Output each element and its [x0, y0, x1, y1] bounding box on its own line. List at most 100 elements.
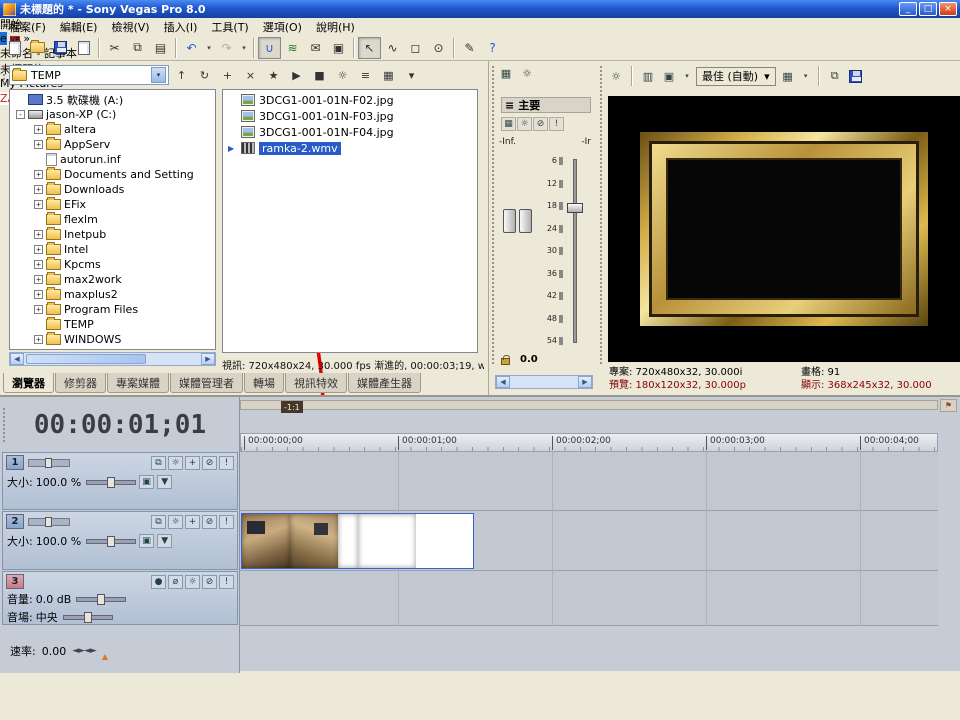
bus-solo-button[interactable]: ! [549, 117, 564, 131]
track-fx-button[interactable]: ☼ [168, 456, 183, 470]
menu-edit[interactable]: 編輯(E) [53, 18, 105, 36]
redo-button[interactable]: ↷ [215, 37, 238, 59]
tree-item[interactable]: +AppServ [10, 137, 215, 152]
scroll-left-button[interactable]: ◀ [10, 353, 24, 365]
tree-item[interactable]: +Program Files [10, 302, 215, 317]
volume-slider[interactable] [76, 597, 126, 602]
track-motion-button[interactable]: ⧉ [151, 456, 166, 470]
panel-grip[interactable] [2, 407, 7, 443]
views-dropdown[interactable]: ▾ [401, 65, 422, 85]
whats-this-help-button[interactable]: ? [481, 37, 504, 59]
address-combo[interactable]: TEMP ▾ [9, 65, 169, 85]
video-track-lane-1[interactable] [240, 452, 938, 511]
tree-item[interactable]: +maxplus2 [10, 287, 215, 302]
expand-icon[interactable]: + [34, 170, 43, 179]
enable-snapping-button[interactable]: ∪ [258, 37, 281, 59]
safe-areas-grid-button[interactable]: ▦ [779, 67, 797, 85]
track-height-button[interactable]: ▼ [157, 534, 172, 548]
tree-item[interactable]: autorun.inf [10, 152, 215, 167]
expand-icon[interactable]: + [34, 185, 43, 194]
zoom-edit-tool-button[interactable]: ⊙ [427, 37, 450, 59]
expand-icon[interactable]: + [34, 275, 43, 284]
normal-edit-tool-button[interactable]: ↖ [358, 37, 381, 59]
grid-dropdown[interactable]: ▾ [800, 67, 812, 85]
composite-level-slider[interactable] [28, 459, 70, 467]
marker-tool-button[interactable]: ⚑ [940, 399, 957, 412]
tab-trimmer[interactable]: 修剪器 [55, 373, 106, 393]
time-ruler[interactable]: 00:00:00;00 00:00:01;00 00:00:02;00 00:0… [240, 433, 938, 452]
mixer-properties-button[interactable]: ☼ [518, 64, 536, 82]
panel-grip[interactable] [491, 65, 496, 365]
bus-mute-button[interactable]: ⊘ [533, 117, 548, 131]
expand-icon[interactable]: + [34, 230, 43, 239]
tree-item[interactable]: 3.5 軟碟機 (A:) [10, 92, 215, 107]
invert-phase-button[interactable]: ø [168, 575, 183, 589]
solo-button[interactable]: ! [219, 456, 234, 470]
video-preview-display[interactable] [608, 96, 960, 362]
cut-button[interactable]: ✂ [103, 37, 126, 59]
expand-icon[interactable]: + [34, 200, 43, 209]
ignore-grouping-button[interactable]: ▣ [327, 37, 350, 59]
scroll-right-button[interactable]: ▶ [201, 353, 215, 365]
tree-item[interactable]: +altera [10, 122, 215, 137]
envelope-edit-tool-button[interactable]: ∿ [381, 37, 404, 59]
auto-ripple-button[interactable]: ≋ [281, 37, 304, 59]
bus-fx-button[interactable]: ☼ [517, 117, 532, 131]
expand-icon[interactable]: + [34, 305, 43, 314]
menu-tools[interactable]: 工具(T) [204, 18, 255, 36]
auto-preview-button[interactable]: ☼ [332, 65, 353, 85]
delete-button[interactable]: × [240, 65, 261, 85]
tab-media-generators[interactable]: 媒體產生器 [348, 373, 421, 393]
fader-thumb-right[interactable] [519, 209, 532, 233]
redo-dropdown[interactable]: ▾ [238, 37, 250, 59]
refresh-button[interactable]: ↻ [194, 65, 215, 85]
stop-preview-button[interactable]: ■ [309, 65, 330, 85]
track-fx-button[interactable]: ☼ [168, 515, 183, 529]
expand-icon[interactable]: + [34, 290, 43, 299]
scroll-right-button[interactable]: ▶ [578, 376, 592, 388]
project-properties-button[interactable] [72, 37, 95, 59]
video-overlay-button[interactable]: ▣ [660, 67, 678, 85]
panel-grip[interactable] [2, 65, 7, 85]
tree-item[interactable]: +EFix [10, 197, 215, 212]
tab-video-fx[interactable]: 視訊特效 [285, 373, 347, 393]
video-event[interactable] [241, 513, 474, 569]
insert-bus-button[interactable]: ▦ [497, 64, 515, 82]
automation-settings-button[interactable]: ▣ [139, 475, 154, 489]
file-row-selected[interactable]: ▶ ramka-2.wmv [223, 140, 477, 156]
paste-button[interactable]: ▤ [149, 37, 172, 59]
expand-icon[interactable]: + [34, 140, 43, 149]
master-fader-thumb[interactable] [567, 203, 583, 213]
compositing-mode-button[interactable]: + [185, 456, 200, 470]
menu-insert[interactable]: 插入(I) [157, 18, 205, 36]
tree-item[interactable]: -jason-XP (C:) [10, 107, 215, 122]
track-height-button[interactable]: ▼ [157, 475, 172, 489]
size-slider[interactable] [86, 480, 136, 485]
undo-button[interactable]: ↶ [180, 37, 203, 59]
add-to-favorites-button[interactable]: ★ [263, 65, 284, 85]
tree-item[interactable]: TEMP [10, 317, 215, 332]
expand-icon[interactable]: + [34, 125, 43, 134]
mute-button[interactable]: ⊘ [202, 515, 217, 529]
close-button[interactable]: × [939, 2, 957, 16]
track-number[interactable]: 2 [6, 514, 24, 529]
interactive-tutorials-button[interactable]: ✎ [458, 37, 481, 59]
minimize-button[interactable]: _ [899, 2, 917, 16]
scroll-thumb[interactable] [26, 354, 146, 364]
copy-snapshot-button[interactable]: ⧉ [826, 67, 844, 85]
track-number[interactable]: 3 [6, 574, 24, 589]
marker-bar[interactable] [240, 400, 938, 410]
size-slider[interactable] [86, 539, 136, 544]
up-one-level-button[interactable]: ↑ [171, 65, 192, 85]
tab-transitions[interactable]: 轉場 [244, 373, 284, 393]
track-number[interactable]: 1 [6, 455, 24, 470]
file-row[interactable]: 3DCG1-001-01N-F04.jpg [223, 124, 477, 140]
bus-layout-button[interactable]: ▦ [501, 117, 516, 131]
fader-thumb-left[interactable] [503, 209, 516, 233]
tree-item[interactable]: +Intel [10, 242, 215, 257]
menu-help[interactable]: 說明(H) [309, 18, 362, 36]
undo-dropdown[interactable]: ▾ [203, 37, 215, 59]
menu-options[interactable]: 選項(O) [256, 18, 309, 36]
lock-icon[interactable] [501, 358, 510, 365]
tree-item[interactable]: +WINDOWS [10, 332, 215, 347]
